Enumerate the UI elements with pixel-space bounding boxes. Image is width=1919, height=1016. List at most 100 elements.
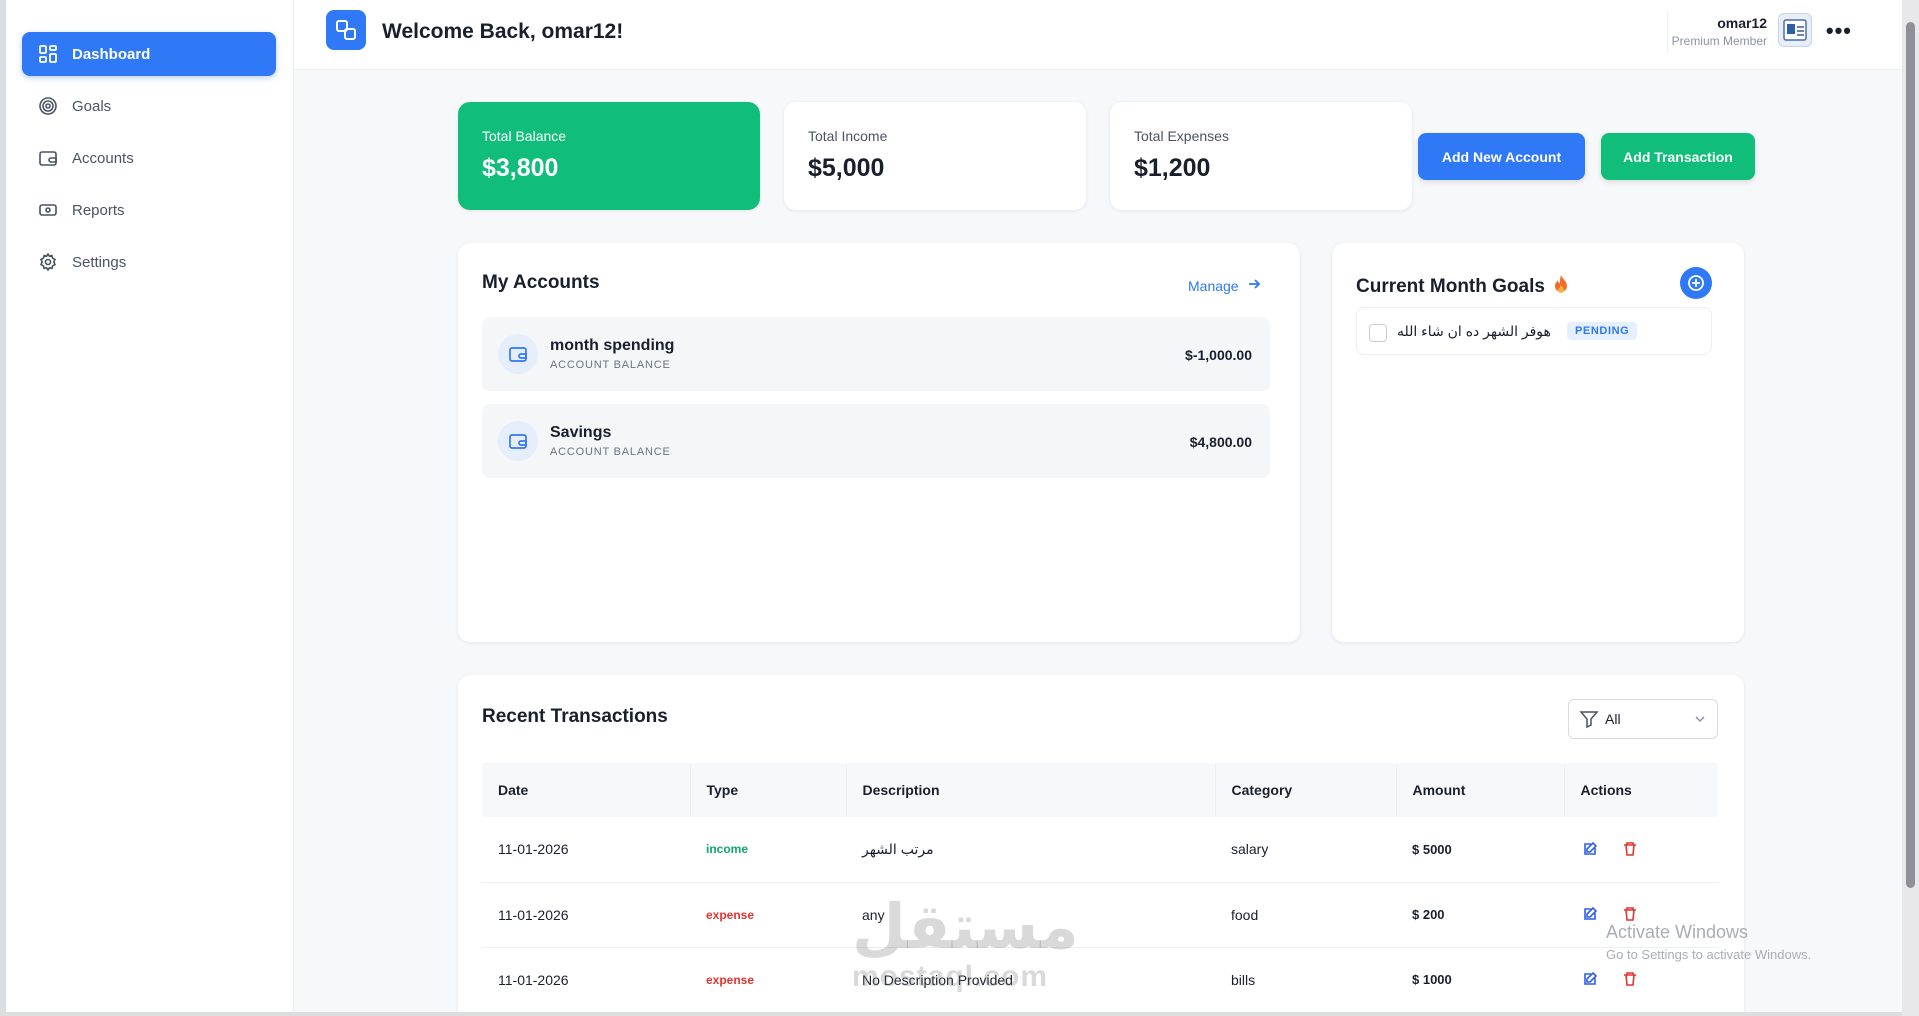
goals-title-text: Current Month Goals	[1356, 276, 1545, 297]
sidebar-item-label: Dashboard	[72, 45, 151, 63]
account-balance: $4,800.00	[1189, 434, 1252, 450]
banknote-icon	[38, 200, 58, 220]
cell-date: 11-01-2026	[482, 817, 690, 883]
stat-value: $5,000	[808, 154, 885, 182]
card-title: My Accounts	[482, 272, 600, 293]
stat-value: $1,200	[1134, 154, 1211, 182]
column-header: Category	[1215, 763, 1397, 817]
transactions-table: Date Type Description Category Amount Ac…	[482, 763, 1718, 1012]
cell-type: expense	[690, 882, 846, 948]
wallet-icon	[498, 334, 538, 374]
status-badge: PENDING	[1567, 322, 1638, 340]
watermark: مستقل	[852, 893, 1079, 962]
filter-icon	[1579, 709, 1599, 729]
wallet-icon	[38, 148, 58, 168]
cell-category: bills	[1215, 947, 1396, 1012]
current-month-goals-card: Current Month Goals هوفر الشهر ده ان شاء…	[1332, 243, 1744, 642]
type-filter-select[interactable]: All	[1568, 699, 1718, 739]
cell-category: food	[1215, 882, 1396, 948]
table-row: 11-01-2026 income مرتب الشهر salary $ 50…	[482, 817, 1718, 883]
table-row: 11-01-2026 expense No Description Provid…	[482, 947, 1718, 1012]
cell-description: مرتب الشهر	[846, 817, 1215, 883]
scrollbar-thumb[interactable]	[1906, 22, 1915, 888]
column-header: Actions	[1564, 763, 1718, 817]
app-window: Dashboard Goals Accounts Reports Setting…	[6, 0, 1902, 1012]
cell-date: 11-01-2026	[482, 947, 690, 1012]
account-name: Savings	[550, 424, 612, 441]
trash-icon[interactable]	[1620, 969, 1640, 989]
recent-transactions-card: Recent Transactions All Date Type Descri…	[458, 675, 1744, 1012]
account-subtitle: ACCOUNT BALANCE	[550, 359, 671, 371]
scrollbar[interactable]	[1902, 0, 1919, 1016]
cell-amount: $ 5000	[1396, 817, 1564, 883]
top-header: Welcome Back, omar12! omar12 Premium Mem…	[294, 0, 1902, 70]
watermark-url: mostaql.com	[852, 960, 1049, 993]
header-divider	[1667, 12, 1668, 52]
stat-label: Total Balance	[482, 128, 567, 144]
account-name: month spending	[550, 337, 675, 354]
total-balance-card: Total Balance $3,800	[458, 102, 760, 210]
sidebar-item-settings[interactable]: Settings	[22, 240, 276, 284]
account-subtitle: ACCOUNT BALANCE	[550, 446, 671, 458]
cell-amount: $ 1000	[1396, 947, 1564, 1012]
more-options-icon[interactable]: •••	[1826, 18, 1852, 44]
target-icon	[38, 96, 58, 116]
table-row: 11-01-2026 expense any food $ 200	[482, 882, 1718, 948]
trash-icon[interactable]	[1620, 904, 1640, 924]
sidebar-item-reports[interactable]: Reports	[22, 188, 276, 232]
sidebar-item-label: Reports	[72, 201, 125, 219]
cell-actions	[1564, 817, 1718, 883]
add-goal-button[interactable]	[1680, 267, 1712, 299]
goals-title: Current Month Goals	[1356, 274, 1569, 300]
account-balance: $-1,000.00	[1185, 347, 1252, 363]
sidebar-item-accounts[interactable]: Accounts	[22, 136, 276, 180]
edit-icon[interactable]	[1580, 839, 1600, 859]
wallet-icon	[498, 421, 538, 461]
goal-checkbox[interactable]	[1369, 324, 1387, 342]
user-name: omar12	[1717, 15, 1767, 31]
edit-icon[interactable]	[1580, 904, 1600, 924]
add-transaction-button[interactable]: Add Transaction	[1601, 133, 1755, 180]
sidebar-item-dashboard[interactable]: Dashboard	[22, 32, 276, 76]
goal-text: هوفر الشهر ده ان شاء الله	[1397, 323, 1551, 339]
trash-icon[interactable]	[1620, 839, 1640, 859]
avatar[interactable]	[1778, 13, 1812, 47]
manage-label: Manage	[1188, 277, 1239, 294]
total-expenses-card: Total Expenses $1,200	[1110, 102, 1412, 210]
activate-windows-subtitle: Go to Settings to activate Windows.	[1606, 947, 1812, 962]
filter-value: All	[1605, 711, 1621, 727]
total-income-card: Total Income $5,000	[784, 102, 1086, 210]
goal-item: هوفر الشهر ده ان شاء الله PENDING	[1356, 307, 1712, 355]
dashboard-icon	[38, 44, 58, 64]
column-header: Amount	[1396, 763, 1565, 817]
transactions-title: Recent Transactions	[482, 706, 668, 727]
cell-amount: $ 200	[1396, 882, 1564, 948]
stat-label: Total Expenses	[1134, 128, 1229, 144]
cell-date: 11-01-2026	[482, 882, 690, 948]
user-role: Premium Member	[1671, 34, 1767, 48]
sidebar-item-label: Settings	[72, 253, 127, 271]
edit-icon[interactable]	[1580, 969, 1600, 989]
sidebar-item-label: Goals	[72, 97, 112, 115]
add-new-account-button[interactable]: Add New Account	[1418, 133, 1585, 180]
column-header: Description	[846, 763, 1216, 817]
column-header: Date	[482, 763, 691, 817]
stat-label: Total Income	[808, 128, 888, 144]
cell-type: expense	[690, 947, 846, 1012]
account-item[interactable]: month spending ACCOUNT BALANCE $-1,000.0…	[482, 317, 1270, 391]
activate-windows-title: Activate Windows	[1606, 922, 1749, 942]
arrow-right-icon	[1247, 277, 1261, 294]
cell-category: salary	[1215, 817, 1396, 883]
app-logo-icon[interactable]	[326, 10, 366, 50]
page-title: Welcome Back, omar12!	[382, 20, 624, 43]
account-item[interactable]: Savings ACCOUNT BALANCE $4,800.00	[482, 404, 1270, 478]
my-accounts-card: My Accounts Manage month spending ACCOUN…	[458, 243, 1300, 642]
sidebar-item-label: Accounts	[72, 149, 134, 167]
column-header: Type	[690, 763, 847, 817]
manage-link[interactable]: Manage	[1188, 277, 1261, 294]
sidebar: Dashboard Goals Accounts Reports Setting…	[6, 0, 294, 1012]
table-header-row: Date Type Description Category Amount Ac…	[482, 763, 1718, 817]
sidebar-item-goals[interactable]: Goals	[22, 84, 276, 128]
chevron-down-icon	[1693, 712, 1707, 729]
gear-icon	[38, 252, 58, 272]
